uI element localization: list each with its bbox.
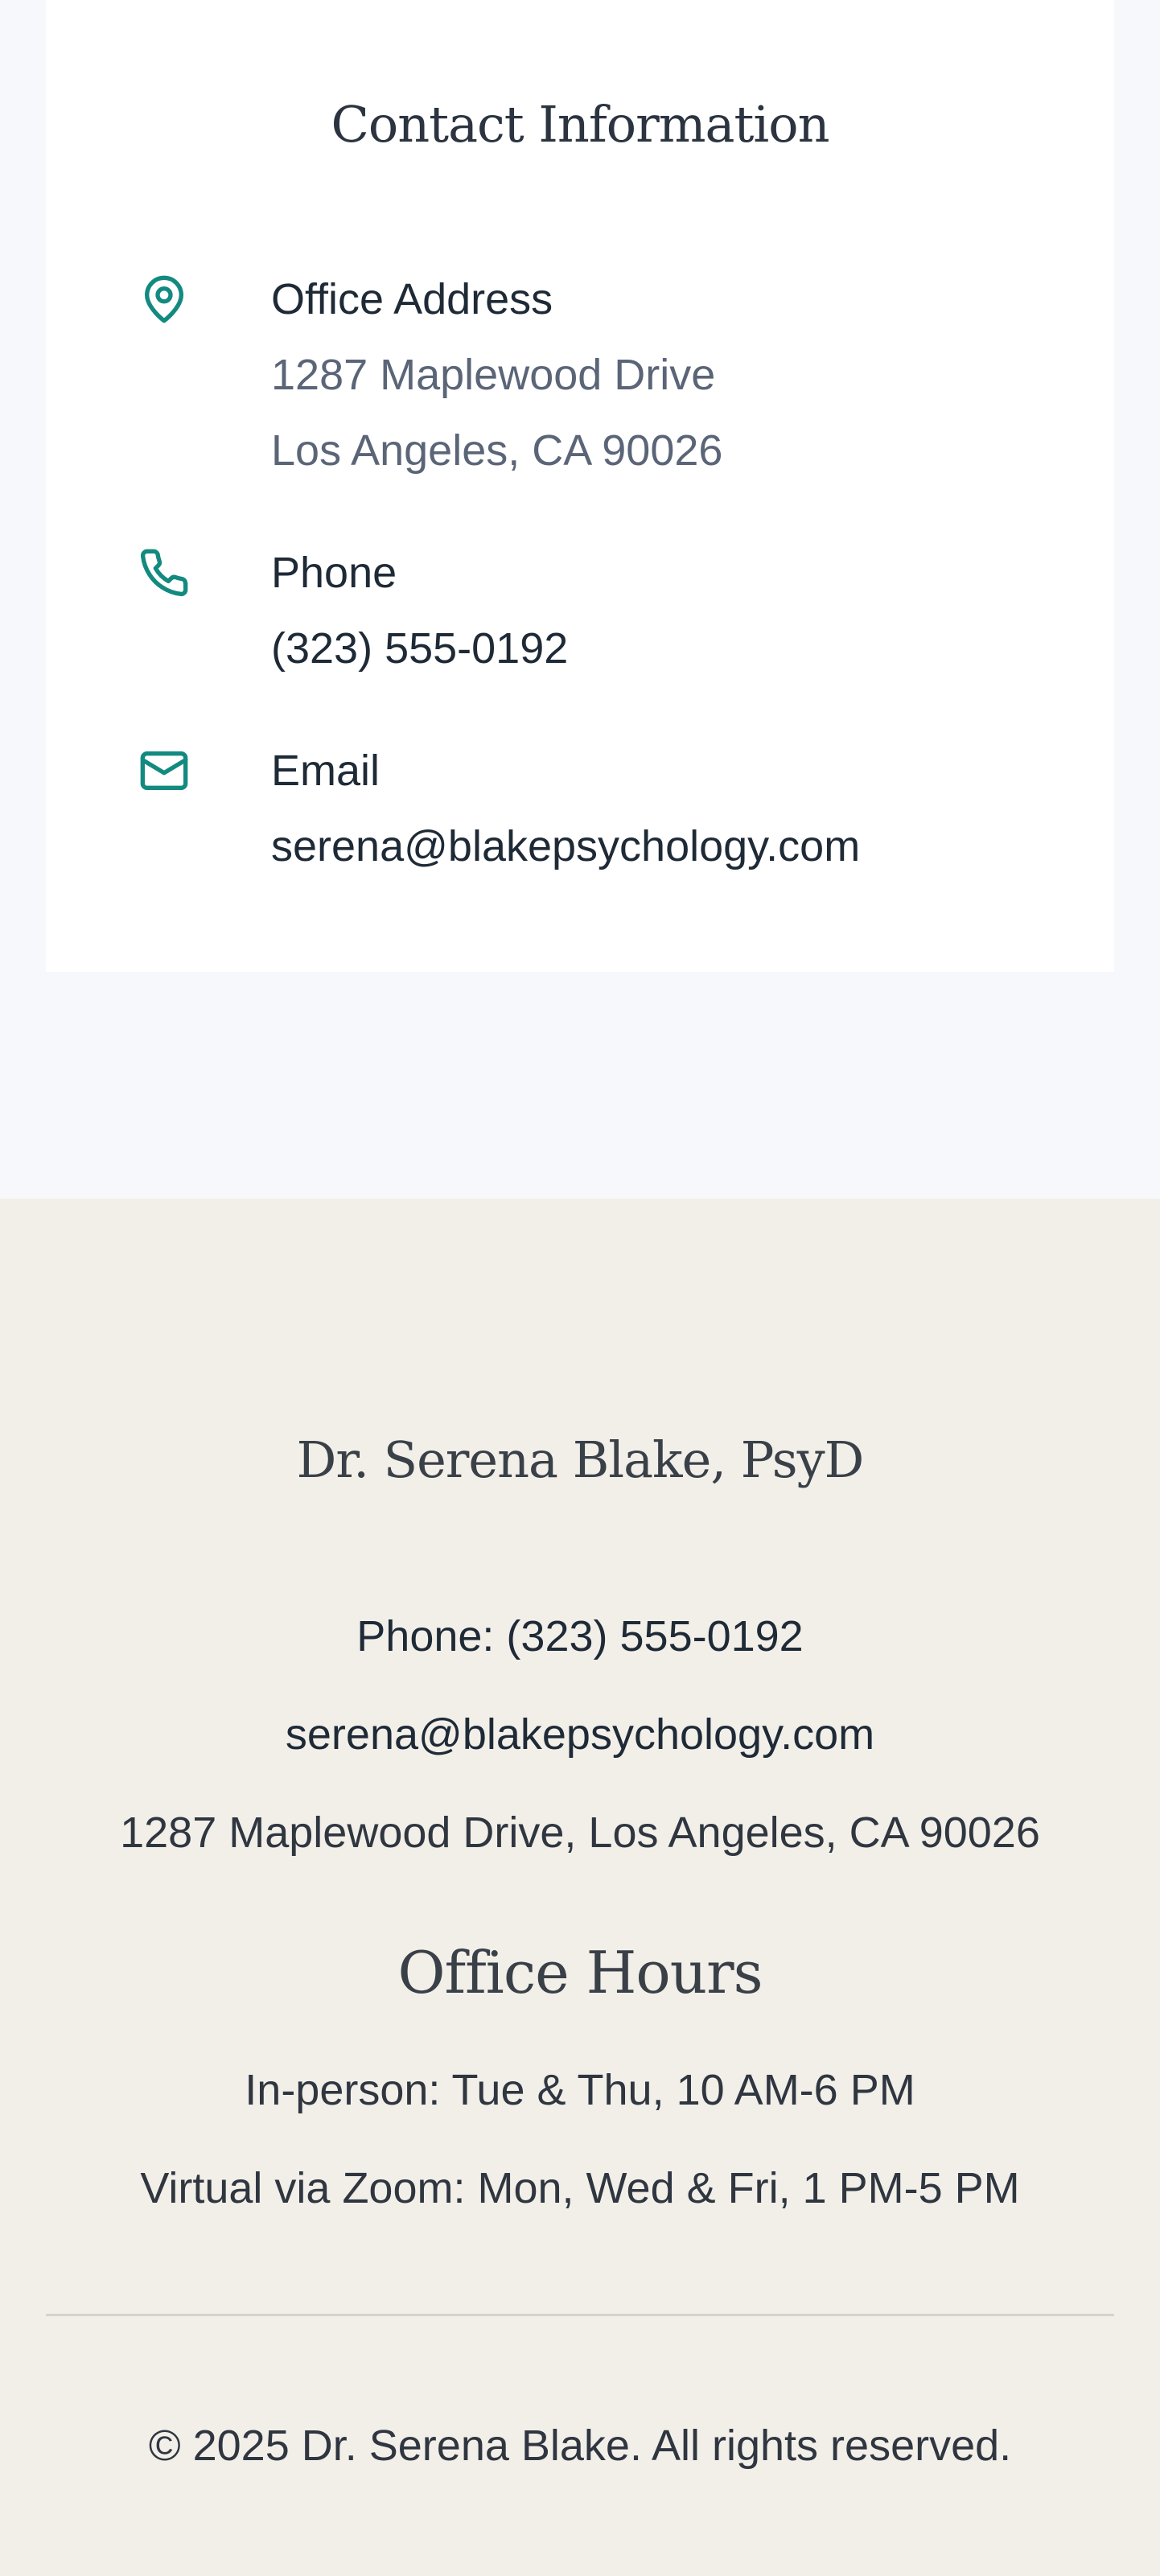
footer-address: 1287 Maplewood Drive, Los Angeles, CA 90… [120, 1809, 1040, 1857]
page: Contact Information Office Address 1287 … [0, 0, 1160, 2576]
copyright-text: © 2025 Dr. Serena Blake. All rights rese… [148, 2422, 1012, 2470]
footer-practice-name: Dr. Serena Blake, PsyD [296, 1430, 865, 1489]
mail-icon [138, 745, 190, 796]
hours-in-person: In-person: Tue & Thu, 10 AM-6 PM [245, 2066, 915, 2114]
office-hours-title: Office Hours [397, 1939, 763, 2006]
map-pin-icon [138, 274, 190, 325]
hours-virtual: Virtual via Zoom: Mon, Wed & Fri, 1 PM-5… [140, 2164, 1020, 2212]
phone-label: Phone [271, 549, 397, 597]
phone-link[interactable]: (323) 555-0192 [271, 619, 568, 677]
footer-email-link[interactable]: serena@blakepsychology.com [0, 1706, 1160, 1763]
email-label: Email [271, 747, 380, 795]
footer-phone-link[interactable]: Phone: (323) 555-0192 [0, 1607, 1160, 1665]
contact-title: Contact Information [331, 95, 829, 154]
footer: Dr. Serena Blake, PsyD Phone: (323) 555-… [0, 1199, 1160, 2576]
contact-section: Contact Information Office Address 1287 … [0, 0, 1160, 1199]
address-line-1: 1287 Maplewood Drive [271, 351, 716, 399]
footer-divider [46, 2314, 1114, 2316]
address-label: Office Address [271, 275, 553, 323]
email-link[interactable]: serena@blakepsychology.com [271, 817, 860, 875]
phone-icon [138, 547, 190, 599]
contact-card: Contact Information Office Address 1287 … [46, 0, 1114, 972]
address-line-2: Los Angeles, CA 90026 [271, 426, 723, 475]
